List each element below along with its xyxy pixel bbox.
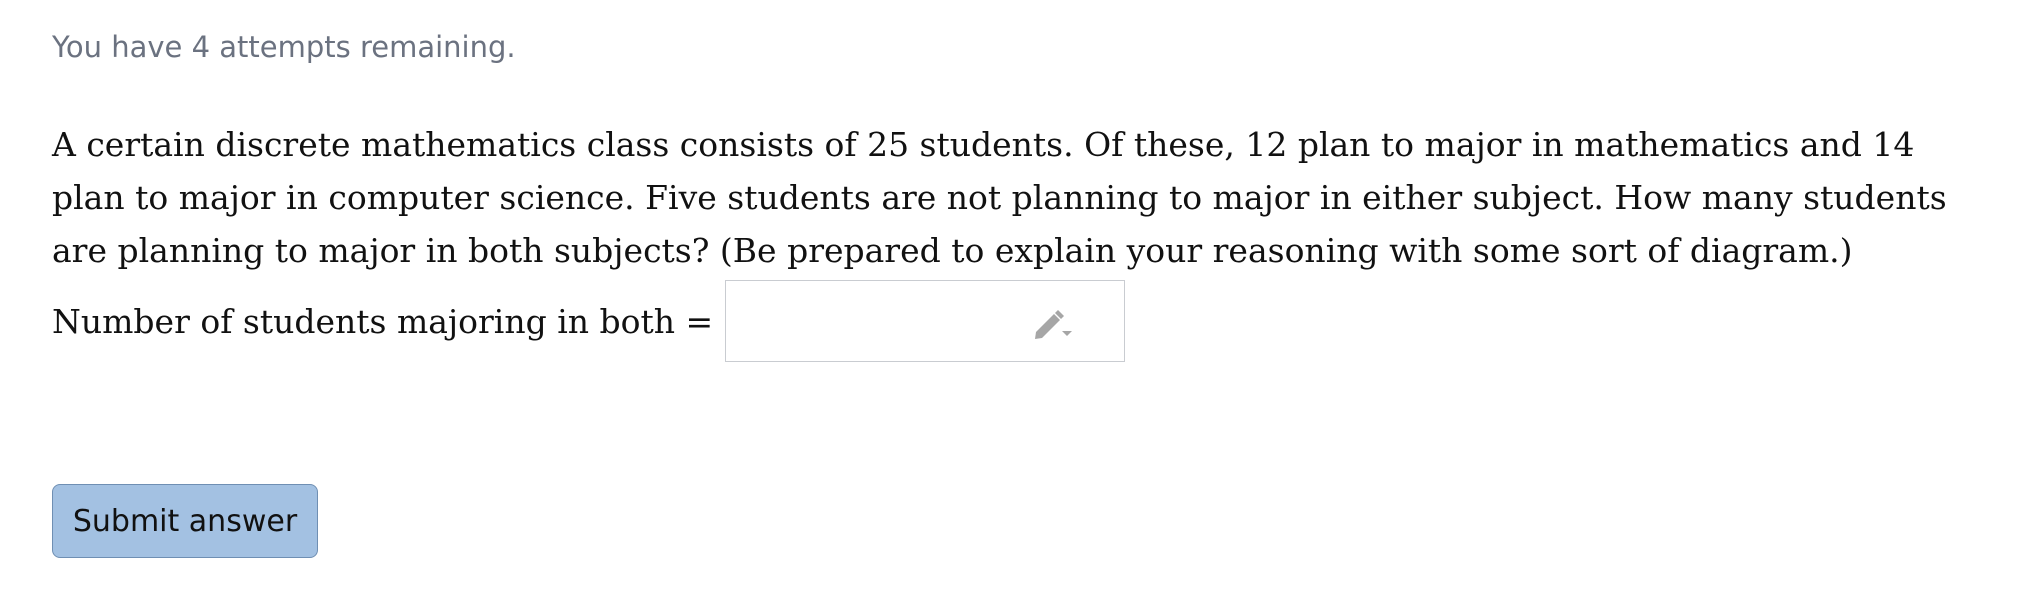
question-text: A certain discrete mathematics class con… bbox=[52, 125, 1947, 270]
answer-row: Number of students majoring in both = bbox=[52, 280, 1126, 362]
answer-input[interactable] bbox=[725, 280, 1126, 362]
answer-label: Number of students majoring in both = bbox=[52, 301, 714, 341]
pencil-dropdown-icon[interactable] bbox=[1032, 305, 1078, 341]
attempts-remaining-text: You have 4 attempts remaining. bbox=[52, 30, 516, 64]
submit-answer-button[interactable]: Submit answer bbox=[52, 484, 318, 558]
